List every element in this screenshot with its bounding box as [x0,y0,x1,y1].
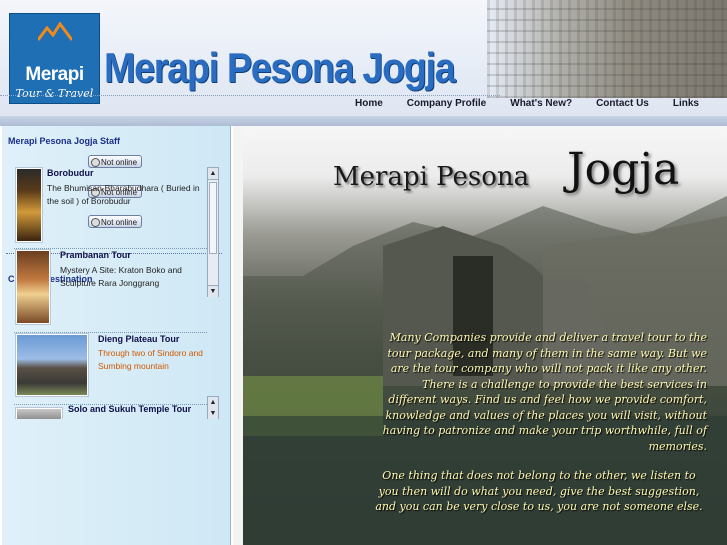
destination-item-solo[interactable]: Solo and Sukuh Temple Tour [14,404,207,419]
header: Merapi Tour & Travel Merapi Pesona Jogja… [0,0,727,116]
destination-desc: Through two of Sindoro and Sumbing mount… [98,348,203,371]
borobudur-thumbnail[interactable] [16,168,42,242]
temple-header-photo [487,0,727,98]
destination-scrollbar-lower[interactable]: ▲ ▼ [207,396,219,419]
scroll-thumb[interactable] [209,182,217,254]
dieng-thumbnail[interactable] [16,334,88,396]
hero-banner: Merapi Pesona Jogja Many Companies provi… [243,126,727,545]
nav-contact-us[interactable]: Contact Us [584,98,661,109]
scroll-up-icon[interactable]: ▲ [208,168,218,180]
logo-subtitle: Tour & Travel [15,87,94,100]
destination-title[interactable]: Prambanan Tour [60,250,131,260]
logo-word: Merapi [25,64,84,85]
destination-title[interactable]: Solo and Sukuh Temple Tour [68,404,191,414]
hero-paragraph-1: Many Companies provide and deliver a tra… [382,331,707,453]
scroll-down-icon[interactable]: ▼ [208,408,218,419]
merapi-logo[interactable]: Merapi Tour & Travel [9,13,100,104]
nav-company-profile[interactable]: Company Profile [395,98,498,109]
destination-item-dieng[interactable]: Dieng Plateau Tour Through two of Sindor… [14,332,207,405]
main-content: Merapi Pesona Jogja Many Companies provi… [233,126,727,545]
destination-desc: The Bhumisan-Bharabudhara ( Buried in th… [47,183,200,206]
solo-thumbnail[interactable] [16,408,62,419]
mountain-icon [38,22,72,41]
destination-item-prambanan[interactable]: Prambanan Tour Mystery A Site: Kraton Bo… [14,248,207,333]
destination-title[interactable]: Dieng Plateau Tour [98,334,179,344]
destination-item-borobudur[interactable]: Borobudur The Bhumisan-Bharabudhara ( Bu… [14,166,207,249]
destination-scrollbar[interactable]: ▲ ▼ [207,167,219,297]
nav-home[interactable]: Home [355,98,395,109]
hero-title-part1: Merapi Pesona [333,162,530,192]
site-title: Merapi Pesona Jogja [104,44,456,91]
staff-heading: Merapi Pesona Jogja Staff [8,136,121,146]
hero-paragraph-2: One thing that does not belong to the ot… [375,469,703,513]
header-divider [0,95,500,97]
prambanan-thumbnail[interactable] [16,250,50,324]
destination-list: Borobudur The Bhumisan-Bharabudhara ( Bu… [14,166,207,419]
main-nav: Home Company Profile What's New? Contact… [355,98,711,109]
destination-title[interactable]: Borobudur [47,168,94,178]
scroll-down-icon[interactable]: ▼ [208,285,218,297]
destination-desc: Mystery A Site: Kraton Boko and Sculptur… [60,265,182,288]
separator-bar [0,116,727,126]
nav-whats-new[interactable]: What's New? [498,98,584,109]
nav-links[interactable]: Links [661,98,711,109]
hero-title-part2: Jogja [567,144,680,195]
